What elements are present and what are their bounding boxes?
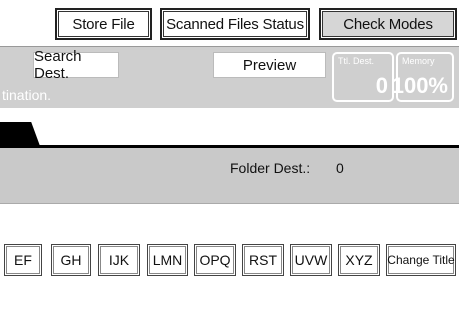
memory-value: 100% [391,73,448,98]
search-dest-button[interactable]: Search Dest. [33,48,119,82]
total-dest-counter: Ttl. Dest. 0 [332,52,394,102]
total-dest-caption: Ttl. Dest. [338,56,375,66]
preview-label: Preview [242,56,297,74]
change-title-button[interactable]: Change Title [386,244,456,276]
folder-dest-value: 0 [336,160,344,176]
top-bar: Store File Scanned Files Status Check Mo… [0,0,459,46]
memory-counter: Memory 100% [392,52,454,102]
letter-ijk-button[interactable]: IJK [98,244,140,276]
letter-lmn-button[interactable]: LMN [147,244,188,276]
letter-opq-button[interactable]: OPQ [194,244,236,276]
scanned-files-status-button[interactable]: Scanned Files Status [160,8,310,40]
destination-caption: tination. [2,87,52,103]
folder-dest-label: Folder Dest.: [230,160,311,176]
letter-uvw-button[interactable]: UVW [290,244,332,276]
memory-caption: Memory [402,56,435,66]
preview-button[interactable]: Preview [213,52,326,78]
search-dest-label: Search Dest. [34,48,82,82]
letter-rst-button[interactable]: RST [242,244,284,276]
check-modes-button[interactable]: Check Modes [319,8,457,40]
store-file-button[interactable]: Store File [55,8,152,40]
total-dest-value: 0 [375,73,388,98]
letter-ef-button[interactable]: EF [4,244,42,276]
letter-gh-button[interactable]: GH [51,244,91,276]
letter-xyz-button[interactable]: XYZ [338,244,380,276]
folder-band [0,148,459,204]
tab-strip [0,108,459,148]
